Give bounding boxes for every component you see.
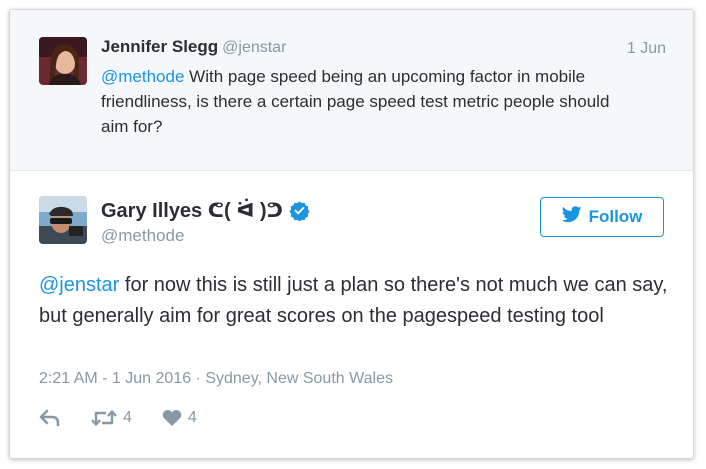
twitter-bird-icon: [561, 206, 582, 228]
tweet-body: for now this is still just a plan so the…: [39, 274, 668, 327]
author-handle[interactable]: @methode: [101, 226, 184, 246]
tweet-actions: 4 4: [39, 407, 227, 429]
parent-author-name[interactable]: Jennifer Slegg: [101, 37, 218, 56]
parent-mention-link[interactable]: @methode: [101, 67, 184, 86]
parent-tweet[interactable]: Jennifer Slegg @jenstar 1 Jun @methode Wi…: [10, 10, 693, 171]
tweet-card: Jennifer Slegg @jenstar 1 Jun @methode Wi…: [9, 9, 694, 459]
like-button[interactable]: 4: [162, 409, 197, 427]
parent-author[interactable]: Jennifer Slegg @jenstar: [101, 37, 286, 57]
author-name-row[interactable]: Gary Illyes ᕦ( ᐛ )ᕤ: [101, 198, 310, 223]
retweet-icon: [91, 409, 117, 427]
parent-author-handle[interactable]: @jenstar: [222, 39, 286, 56]
tweet-text: @jenstar for now this is still just a pl…: [39, 270, 669, 332]
verified-badge-icon: [289, 200, 310, 222]
reply-icon: [39, 409, 61, 427]
parent-avatar[interactable]: [39, 37, 87, 85]
parent-tweet-text: @methode With page speed being an upcomi…: [101, 64, 621, 139]
like-count: 4: [187, 409, 197, 426]
retweet-button[interactable]: 4: [91, 409, 132, 427]
retweet-count: 4: [123, 409, 132, 426]
reply-button[interactable]: [39, 409, 61, 427]
follow-button-label: Follow: [588, 207, 643, 226]
parent-date[interactable]: 1 Jun: [627, 40, 666, 58]
author-name[interactable]: Gary Illyes ᕦ( ᐛ )ᕤ: [101, 198, 283, 223]
tweet-mention-link[interactable]: @jenstar: [39, 274, 119, 296]
follow-button[interactable]: Follow: [540, 197, 664, 237]
tweet-timestamp[interactable]: 2:21 AM - 1 Jun 2016 · Sydney, New South…: [39, 370, 393, 388]
heart-icon: [162, 409, 182, 427]
author-avatar[interactable]: [39, 196, 87, 244]
